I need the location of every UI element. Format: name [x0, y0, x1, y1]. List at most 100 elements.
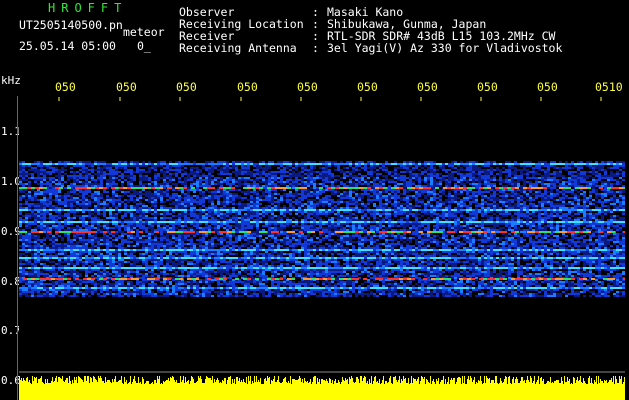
spectrogram-cell	[250, 199, 253, 201]
spectrogram-cell	[88, 205, 91, 207]
spectrogram-cell	[241, 225, 244, 227]
spectrogram-cell	[607, 223, 610, 225]
spectrogram-cell	[592, 209, 595, 211]
spectrogram-cell	[196, 199, 199, 201]
spectrogram-cell	[331, 193, 334, 195]
spectrogram-cell	[307, 183, 310, 185]
spectrogram-cell	[487, 207, 490, 209]
spectrogram-cell	[358, 195, 361, 197]
spectrogram-cell	[388, 179, 391, 181]
spectrogram-cell	[454, 225, 457, 227]
spectrogram-cell	[469, 215, 472, 217]
spectrogram-cell	[328, 189, 331, 191]
spectrogram-cell	[67, 227, 70, 229]
spectrogram-cell	[508, 173, 511, 175]
spectrogram-cell	[106, 167, 109, 169]
spectrogram-cell	[469, 207, 472, 209]
spectrogram-cell	[541, 223, 544, 225]
spectrogram-cell	[52, 171, 55, 173]
spectrogram-cell	[280, 209, 283, 211]
spectrogram-cell	[304, 161, 307, 163]
spectrogram-cell	[313, 161, 316, 163]
spectrogram-cell	[307, 205, 310, 207]
spectrogram-cell	[28, 227, 31, 229]
spectrogram-cell	[490, 195, 493, 197]
spectrogram-cell	[136, 161, 139, 163]
spectrogram-cell	[316, 221, 319, 223]
spectrogram-cell	[511, 191, 514, 193]
spectrogram-cell	[604, 177, 607, 179]
spectrogram-cell	[217, 169, 220, 171]
spectrogram-cell	[61, 177, 64, 179]
spectrogram-cell	[442, 213, 445, 215]
spectrogram-cell	[505, 195, 508, 197]
spectrogram-cell	[601, 219, 604, 221]
spectrogram-cell	[277, 177, 280, 179]
spectrogram-cell	[52, 223, 55, 225]
spectrogram-cell	[172, 219, 175, 221]
spectrogram-cell	[430, 161, 433, 163]
spectrogram-cell	[493, 205, 496, 207]
spectrogram-cell	[316, 163, 319, 165]
spectrogram-cell	[385, 213, 388, 215]
spectrogram-cell	[223, 217, 226, 219]
spectrogram-cell	[406, 185, 409, 187]
spectrogram-cell	[295, 225, 298, 227]
spectrogram-cell	[241, 215, 244, 217]
spectrogram-cell	[544, 207, 547, 209]
spectrogram-cell	[52, 209, 55, 211]
spectrogram-cell	[208, 169, 211, 171]
spectrogram-cell	[454, 177, 457, 179]
spectrogram-cell	[337, 163, 340, 165]
spectrogram-cell	[160, 201, 163, 203]
spectrogram-cell	[301, 203, 304, 205]
spectrogram-cell	[448, 181, 451, 183]
spectrogram-cell	[487, 191, 490, 193]
spectrogram-cell	[580, 205, 583, 207]
spectrogram-cell	[379, 193, 382, 195]
spectrogram-cell	[280, 219, 283, 221]
spectrogram-cell	[430, 189, 433, 191]
spectrogram-cell	[610, 161, 613, 163]
spectrogram-cell	[229, 213, 232, 215]
spectrogram-cell	[22, 215, 25, 217]
spectrogram-cell	[196, 167, 199, 169]
spectrogram-cell	[349, 215, 352, 217]
spectrogram-cell	[148, 161, 151, 163]
spectrogram-cell	[37, 191, 40, 193]
spectrogram-cell	[325, 167, 328, 169]
spectrogram-cell	[361, 177, 364, 179]
spectrogram-cell	[151, 167, 154, 169]
spectrogram-cell	[445, 169, 448, 171]
spectrogram-cell	[271, 179, 274, 181]
spectrogram-cell	[550, 195, 553, 197]
spectrogram-cell	[532, 219, 535, 221]
spectrogram-cell	[259, 207, 262, 209]
spectrogram-cell	[226, 223, 229, 225]
spectrogram-cell	[370, 173, 373, 175]
spectrogram-cell	[136, 193, 139, 195]
spectrogram-cell	[427, 205, 430, 207]
spectrogram-cell	[310, 223, 313, 225]
spectrogram-cell	[130, 209, 133, 211]
spectrogram-cell	[541, 185, 544, 187]
spectrogram-cell	[505, 181, 508, 183]
spectrogram-cell	[385, 199, 388, 201]
spectrogram-cell	[403, 207, 406, 209]
spectrogram-cell	[484, 219, 487, 221]
spectrogram-cell	[154, 183, 157, 185]
spectrogram-cell	[178, 213, 181, 215]
spectrogram-cell	[136, 203, 139, 205]
spectrogram-cell	[586, 215, 589, 217]
spectrogram-cell	[229, 167, 232, 169]
spectrogram-cell	[178, 189, 181, 191]
spectrogram-cell	[568, 191, 571, 193]
spectrogram-cell	[124, 163, 127, 165]
spectrogram-cell	[220, 215, 223, 217]
spectrogram-cell	[40, 219, 43, 221]
spectrogram-cell	[445, 201, 448, 203]
spectrogram-cell	[589, 161, 592, 163]
spectrogram-cell	[178, 169, 181, 171]
spectrogram-cell	[322, 219, 325, 221]
spectrogram-cell	[397, 211, 400, 213]
